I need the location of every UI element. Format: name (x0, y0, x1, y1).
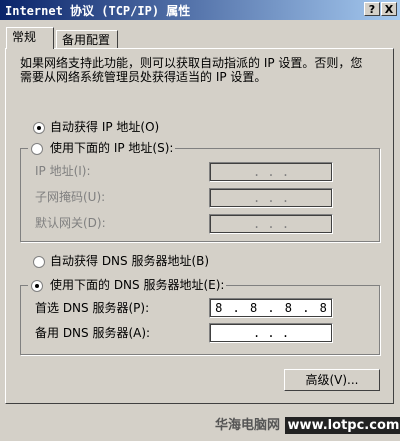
radio-dot (35, 284, 39, 288)
subnet-mask-label: 子网掩码(U): (35, 190, 106, 204)
tab-alternate-config[interactable]: 备用配置 (56, 30, 118, 48)
dns-manual-group (20, 285, 380, 355)
octet-separator: . (302, 301, 310, 315)
preferred-dns-octet-1: 8 (215, 301, 223, 315)
dns-manual-radio[interactable] (31, 280, 43, 292)
radio-dot (37, 126, 41, 130)
preferred-dns-label: 首选 DNS 服务器(P): (35, 301, 150, 315)
ip-auto-label[interactable]: 自动获得 IP 地址(O) (50, 120, 159, 135)
dns-auto-label[interactable]: 自动获得 DNS 服务器地址(B) (50, 254, 209, 269)
alternate-dns-label: 备用 DNS 服务器(A): (35, 326, 151, 340)
preferred-dns-octet-2: 8 (249, 301, 258, 315)
ip-address-field[interactable]: . . . (209, 162, 333, 182)
preferred-dns-octet-4: 8 (319, 301, 327, 315)
dns-manual-legend[interactable]: 使用下面的 DNS 服务器地址(E): (28, 278, 227, 293)
window-title: Internet 协议 (TCP/IP) 属性 (5, 3, 191, 18)
tab-general[interactable]: 常规 (6, 27, 54, 49)
title-bar: Internet 协议 (TCP/IP) 属性 ? X (0, 0, 400, 20)
watermark-url: www.lotpc.com (284, 417, 400, 434)
close-button[interactable]: X (381, 2, 397, 16)
description-text: 如果网络支持此功能，则可以获取自动指派的 IP 设置。否则，您需要从网络系统管理… (20, 56, 363, 84)
ip-address-label: IP 地址(I): (35, 164, 91, 178)
help-button[interactable]: ? (364, 2, 380, 16)
ip-manual-legend[interactable]: 使用下面的 IP 地址(S): (28, 141, 176, 156)
preferred-dns-field[interactable]: 8 . 8 . 8 . 8 (209, 298, 333, 318)
alternate-dns-field[interactable]: . . . (209, 323, 333, 343)
watermark: 华海电脑网 www.lotpc.com (215, 414, 400, 434)
ip-auto-radio[interactable] (33, 122, 45, 134)
watermark-site: 华海电脑网 (215, 418, 281, 433)
advanced-button[interactable]: 高级(V)... (284, 369, 380, 391)
subnet-mask-field[interactable]: . . . (209, 188, 333, 208)
preferred-dns-octet-3: 8 (284, 301, 293, 315)
octet-separator: . (267, 301, 275, 315)
ip-manual-radio[interactable] (31, 143, 43, 155)
dns-auto-radio[interactable] (33, 256, 45, 268)
default-gateway-label: 默认网关(D): (35, 216, 106, 230)
default-gateway-field[interactable]: . . . (209, 214, 333, 234)
octet-separator: . (232, 301, 240, 315)
